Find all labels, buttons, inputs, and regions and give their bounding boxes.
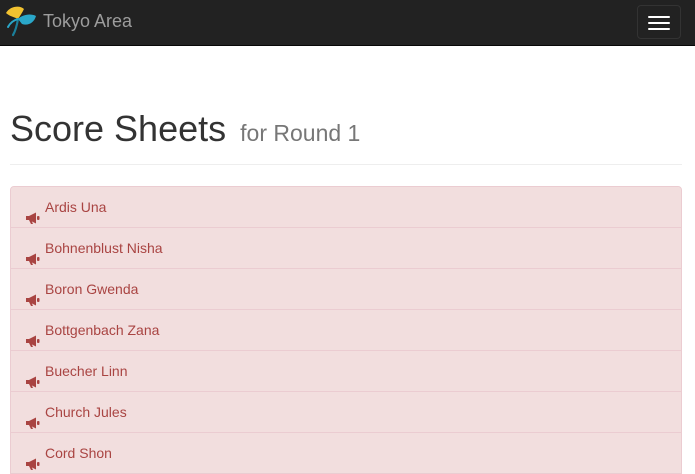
score-sheet-item[interactable]: Cord Shon (11, 432, 681, 473)
navbar-toggle-button[interactable] (637, 5, 681, 39)
hamburger-bar (648, 28, 670, 30)
page-title: Score Sheets for Round 1 (10, 108, 360, 150)
brand-title: Tokyo Area (43, 11, 133, 31)
page-header: Score Sheets for Round 1 (10, 104, 682, 165)
score-sheet-item-label: Buecher Linn (45, 363, 128, 379)
hamburger-bar (648, 22, 670, 24)
score-sheet-item-label: Cord Shon (45, 445, 112, 461)
bullhorn-icon (25, 241, 41, 265)
navbar: Tokyo Area (0, 0, 695, 46)
score-sheet-item[interactable]: Bohnenblust Nisha (11, 227, 681, 268)
score-sheet-item[interactable]: Ardis Una (11, 187, 681, 227)
brand-link[interactable]: Tokyo Area (4, 5, 132, 37)
score-sheet-item[interactable]: Church Jules (11, 391, 681, 432)
page-subtitle: for Round 1 (240, 120, 361, 146)
bullhorn-icon (25, 405, 41, 429)
score-sheet-item[interactable]: Buecher Linn (11, 350, 681, 391)
score-sheet-item-label: Bohnenblust Nisha (45, 240, 163, 256)
bullhorn-icon (25, 364, 41, 388)
score-sheet-list: Ardis Una Bohnenblust Nisha Boron Gwenda Bo… (10, 186, 682, 474)
bullhorn-icon (25, 200, 41, 224)
ginkgo-leaf-logo-icon (6, 6, 36, 37)
score-sheet-item-label: Bottgenbach Zana (45, 322, 160, 338)
hamburger-bar (648, 16, 670, 18)
page-title-text: Score Sheets (10, 108, 227, 149)
score-sheet-item[interactable]: Bottgenbach Zana (11, 309, 681, 350)
score-sheet-item[interactable]: Boron Gwenda (11, 268, 681, 309)
bullhorn-icon (25, 323, 41, 347)
score-sheet-item-label: Church Jules (45, 404, 127, 420)
score-sheet-item-label: Boron Gwenda (45, 281, 139, 297)
bullhorn-icon (25, 282, 41, 306)
score-sheet-item-label: Ardis Una (45, 199, 107, 215)
bullhorn-icon (25, 446, 41, 470)
